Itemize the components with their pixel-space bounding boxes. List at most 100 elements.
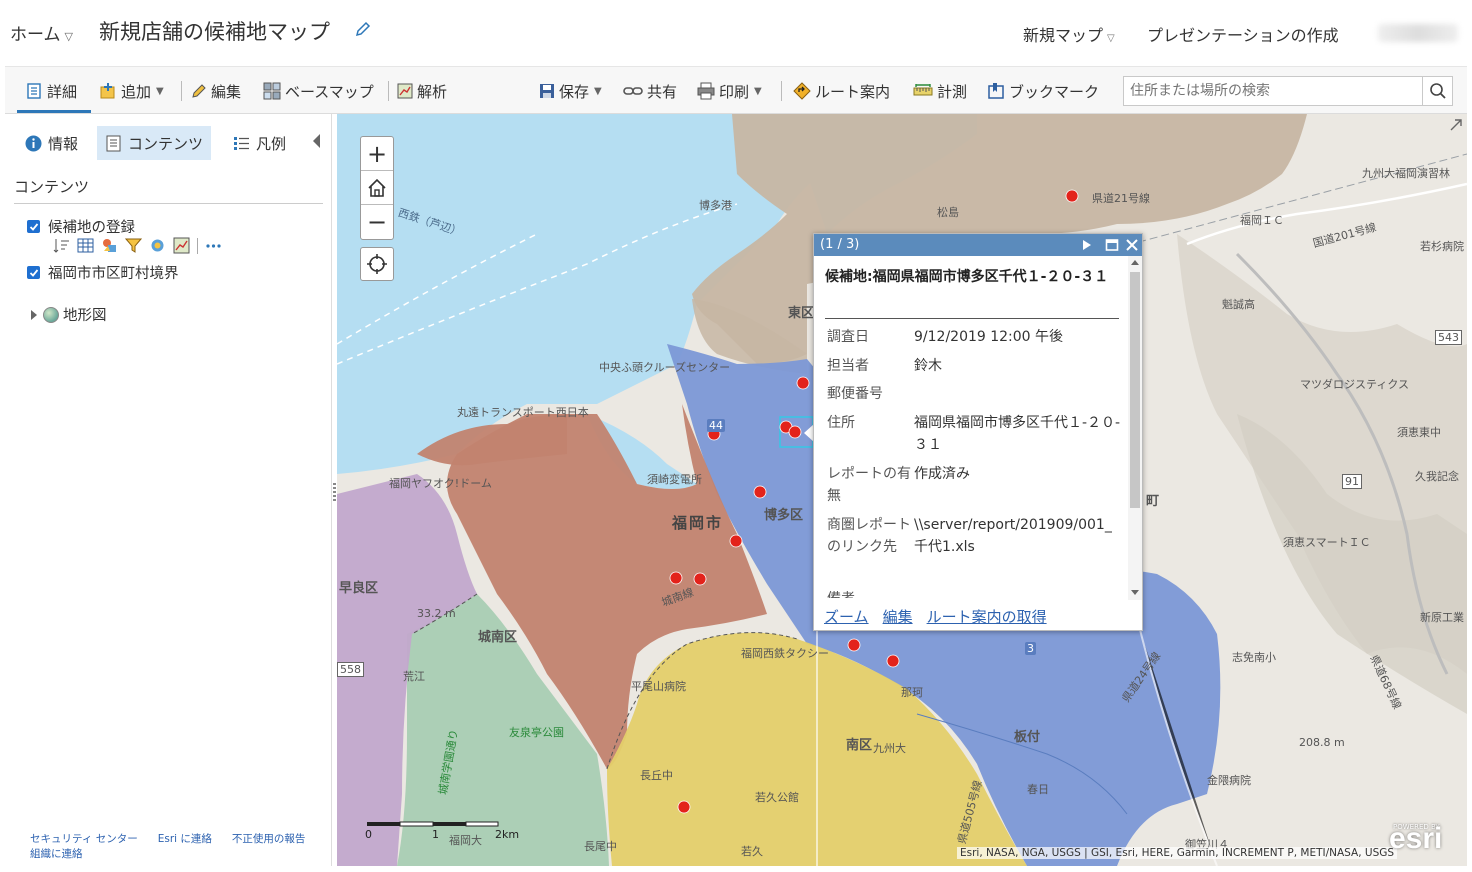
- field-value: 作成済み: [914, 466, 970, 482]
- add-layer-icon: [100, 83, 115, 99]
- map-label: 須崎変電所: [647, 473, 702, 486]
- panel-splitter-handle[interactable]: [333, 483, 336, 503]
- home-menu[interactable]: ホーム ▽: [10, 20, 73, 45]
- map-label: 若久公館: [755, 791, 799, 804]
- zoom-in-button[interactable]: +: [361, 137, 393, 171]
- map-label: 若久: [741, 845, 763, 858]
- layer-item-candidates[interactable]: 候補地の登録: [27, 216, 135, 237]
- search-icon: [1429, 83, 1446, 99]
- layer-label: 候補地の登録: [48, 220, 135, 236]
- sort-icon[interactable]: [53, 237, 70, 254]
- map-label: 丸遠トランスポート西日本: [457, 406, 589, 419]
- table-icon[interactable]: [77, 237, 94, 254]
- zoom-to-link[interactable]: ズーム: [824, 608, 869, 626]
- popup-scrollbar[interactable]: [1128, 256, 1142, 600]
- perform-analysis-icon[interactable]: [173, 237, 190, 254]
- zoom-out-button[interactable]: −: [361, 205, 393, 239]
- layer-tools-row: [53, 237, 222, 254]
- basemap-button[interactable]: ベースマップ: [263, 79, 374, 103]
- more-options-icon[interactable]: [205, 237, 222, 254]
- contact-org-link[interactable]: 組織に連絡: [30, 848, 83, 860]
- scale-label: 0: [365, 828, 372, 841]
- home-icon: [368, 178, 386, 197]
- maximize-icon[interactable]: [1105, 238, 1119, 252]
- contents-divider: [14, 203, 323, 204]
- map-label: 那珂: [901, 686, 923, 699]
- share-link-icon: [623, 87, 643, 95]
- report-abuse-link[interactable]: 不正使用の報告: [232, 833, 306, 845]
- share-button[interactable]: 共有: [623, 79, 677, 103]
- close-icon[interactable]: [1125, 238, 1139, 252]
- feature-popup: (1 / 3) 候補地:福岡県福岡市博多区千代１-２０-３１ 調査日 9/12/…: [813, 233, 1143, 631]
- scrollbar-thumb[interactable]: [1130, 272, 1140, 508]
- locate-button[interactable]: [360, 247, 394, 281]
- save-disk-icon: [540, 84, 554, 98]
- tab-legend[interactable]: 凡例: [225, 126, 294, 160]
- contact-esri-link[interactable]: Esri に連絡: [158, 833, 212, 845]
- road-shield: 44: [707, 419, 725, 432]
- edit-title-pencil-icon[interactable]: [354, 20, 372, 38]
- chevron-down-icon: ▼: [594, 85, 602, 97]
- scroll-down-arrow-icon[interactable]: [1131, 590, 1139, 595]
- expand-map-icon[interactable]: [1449, 118, 1463, 132]
- scale-label: 1: [432, 828, 439, 841]
- map-label: 長丘中: [640, 769, 673, 782]
- edit-button[interactable]: 編集: [191, 79, 241, 103]
- add-button[interactable]: 追加 ▼: [99, 79, 164, 103]
- field-label: 備考: [827, 588, 913, 598]
- map-label: 長尾中: [584, 840, 617, 853]
- map-label: 早良区: [339, 581, 379, 596]
- map-label: 城南区: [478, 630, 518, 645]
- filter-icon[interactable]: [125, 237, 142, 254]
- road-shield: 3: [1025, 642, 1036, 655]
- analysis-layer-icon[interactable]: [149, 237, 166, 254]
- create-presentation-link[interactable]: プレゼンテーションの作成: [1147, 22, 1339, 46]
- map-label: 南区: [846, 738, 873, 753]
- directions-sign-icon: [793, 82, 811, 100]
- search-input[interactable]: [1123, 76, 1423, 106]
- field-value-link[interactable]: \\server/report/201909/001_千代1.xls: [914, 514, 1124, 558]
- basemap-layer-label: 地形図: [63, 308, 107, 324]
- collapse-panel-arrow-icon[interactable]: [313, 134, 320, 148]
- change-style-icon[interactable]: [101, 237, 118, 254]
- measure-button[interactable]: 計測: [913, 79, 967, 103]
- map-label: 久我記念: [1415, 470, 1459, 483]
- edit-feature-link[interactable]: 編集: [883, 608, 913, 626]
- pencil-icon: [192, 84, 206, 98]
- map-label: 松島: [937, 206, 959, 219]
- map-label: 福岡市: [672, 514, 724, 532]
- app-header: ホーム ▽ 新規店舗の候補地マップ 新規マップ ▽ プレゼンテーションの作成: [0, 0, 1472, 66]
- layer-checkbox[interactable]: [27, 220, 40, 233]
- layer-checkbox[interactable]: [27, 266, 40, 279]
- bookmarks-button[interactable]: ブックマーク: [987, 79, 1099, 103]
- tab-info[interactable]: 情報: [17, 126, 86, 160]
- user-name-blurred[interactable]: [1378, 24, 1458, 42]
- get-directions-link[interactable]: ルート案内の取得: [927, 608, 1047, 626]
- map-label: 平尾山病院: [631, 680, 686, 693]
- directions-button[interactable]: ルート案内: [793, 79, 890, 103]
- scroll-up-arrow-icon[interactable]: [1131, 260, 1139, 265]
- chevron-down-icon: ▽: [1107, 33, 1115, 44]
- map-label: 208.8 m: [1299, 736, 1345, 749]
- save-button[interactable]: 保存 ▼: [539, 79, 602, 103]
- road-shield: 558: [337, 662, 364, 677]
- esri-logo[interactable]: esri: [1389, 822, 1442, 856]
- basemap-layer-item[interactable]: 地形図: [31, 304, 107, 325]
- home-extent-button[interactable]: [361, 171, 393, 205]
- details-button[interactable]: 詳細: [25, 79, 77, 103]
- analysis-button[interactable]: 解析: [397, 79, 447, 103]
- security-center-link[interactable]: セキュリティ センター: [30, 833, 138, 845]
- popup-actions: ズーム 編集 ルート案内の取得: [824, 606, 1061, 627]
- field-value: 福岡県福岡市博多区千代１-２０-３１: [914, 415, 1121, 453]
- map-label: 福岡ＩＣ: [1240, 214, 1284, 227]
- tab-contents[interactable]: コンテンツ: [97, 126, 212, 160]
- map-label: 33.2 m: [417, 607, 456, 620]
- map-label: 博多区: [764, 508, 804, 523]
- map-label: 中央ふ頭クルーズセンター: [599, 361, 731, 374]
- layer-item-boundaries[interactable]: 福岡市市区町村境界: [27, 262, 179, 283]
- search-button[interactable]: [1423, 76, 1453, 106]
- expand-arrow-icon[interactable]: [31, 309, 37, 320]
- print-button[interactable]: 印刷 ▼: [697, 79, 762, 103]
- new-map-menu[interactable]: 新規マップ ▽: [1023, 22, 1115, 46]
- next-feature-icon[interactable]: [1080, 238, 1094, 252]
